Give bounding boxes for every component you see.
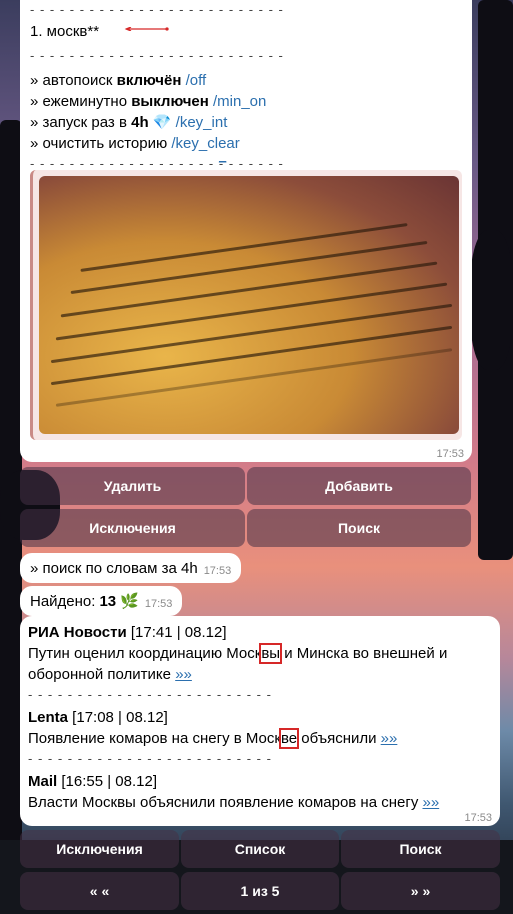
found-message: Найдено: 13 🌿 17:53: [20, 586, 183, 616]
divider: - - - - - - - - - - - - - - - - - - - - …: [28, 687, 272, 702]
key-int-command-link[interactable]: /key_int: [172, 114, 228, 131]
leaf-icon: 🌿: [120, 593, 139, 610]
delete-button[interactable]: Удалить: [20, 467, 245, 505]
message-time: 17:53: [464, 812, 492, 824]
message-time: 17:53: [144, 598, 173, 610]
search-message: » поиск по словам за 4h 17:53: [20, 553, 242, 583]
message-time: 17:53: [203, 565, 232, 577]
next-page-button[interactable]: » »: [341, 872, 500, 910]
clear-history-row: » очистить историю /key_clear: [30, 135, 240, 152]
divider: - - - - - - - - - - - - - - - - - - - - …: [30, 48, 284, 63]
autosearch-row: » автопоиск включён /off: [30, 72, 207, 89]
book-photo: [39, 176, 459, 434]
settings-message: - - - - - - - - - - - - - - - - - - - - …: [20, 0, 472, 462]
tree-branch-right: [470, 230, 513, 370]
prev-page-button[interactable]: « «: [20, 872, 179, 910]
news-item: РИА Новости [17:41 | 08.12] Путин оценил…: [28, 624, 448, 683]
news-item: Mail [16:55 | 08.12] Власти Москвы объяс…: [28, 773, 440, 811]
news-item: Lenta [17:08 | 08.12] Появление комаров …: [28, 709, 398, 749]
found-count: 13: [99, 592, 117, 610]
match-highlight: вы: [259, 643, 283, 664]
min-on-command-link[interactable]: /min_on: [209, 93, 266, 110]
news-more-link[interactable]: »»: [422, 794, 439, 811]
link-preview[interactable]: [30, 170, 462, 440]
news-message: РИА Новости [17:41 | 08.12] Путин оценил…: [20, 616, 500, 826]
result-line: 1. москв**: [30, 23, 100, 40]
message-time: 17:53: [436, 448, 464, 460]
search-button[interactable]: Поиск: [341, 830, 500, 868]
list-button[interactable]: Список: [181, 830, 339, 868]
interval-row: » запуск раз в 4h 💎 /key_int: [30, 114, 228, 131]
add-button[interactable]: Добавить: [247, 467, 471, 505]
match-highlight: ве: [278, 728, 300, 749]
minutely-row: » ежеминутно выключен /min_on: [30, 93, 267, 110]
diamond-icon: 💎: [152, 114, 172, 131]
exclusions-button[interactable]: Исключения: [20, 509, 245, 547]
news-source: Lenta: [28, 709, 69, 726]
divider: - - - - - - - - - - - - - - - - - - - - …: [28, 751, 272, 766]
news-source: РИА Новости: [28, 624, 127, 641]
divider-link[interactable]: _: [219, 145, 226, 166]
red-arrow-annotation: [124, 27, 169, 31]
off-command-link[interactable]: /off: [181, 72, 207, 89]
news-more-link[interactable]: »»: [381, 730, 398, 747]
page-indicator-button[interactable]: 1 из 5: [181, 872, 339, 910]
divider: - - - - - - - - - - - - - - - - - - - - …: [30, 2, 284, 17]
news-source: Mail: [28, 773, 58, 790]
exclusions-button[interactable]: Исключения: [20, 830, 179, 868]
key-clear-command-link[interactable]: /key_clear: [171, 135, 239, 152]
news-more-link[interactable]: »»: [175, 666, 192, 683]
search-button[interactable]: Поиск: [247, 509, 471, 547]
